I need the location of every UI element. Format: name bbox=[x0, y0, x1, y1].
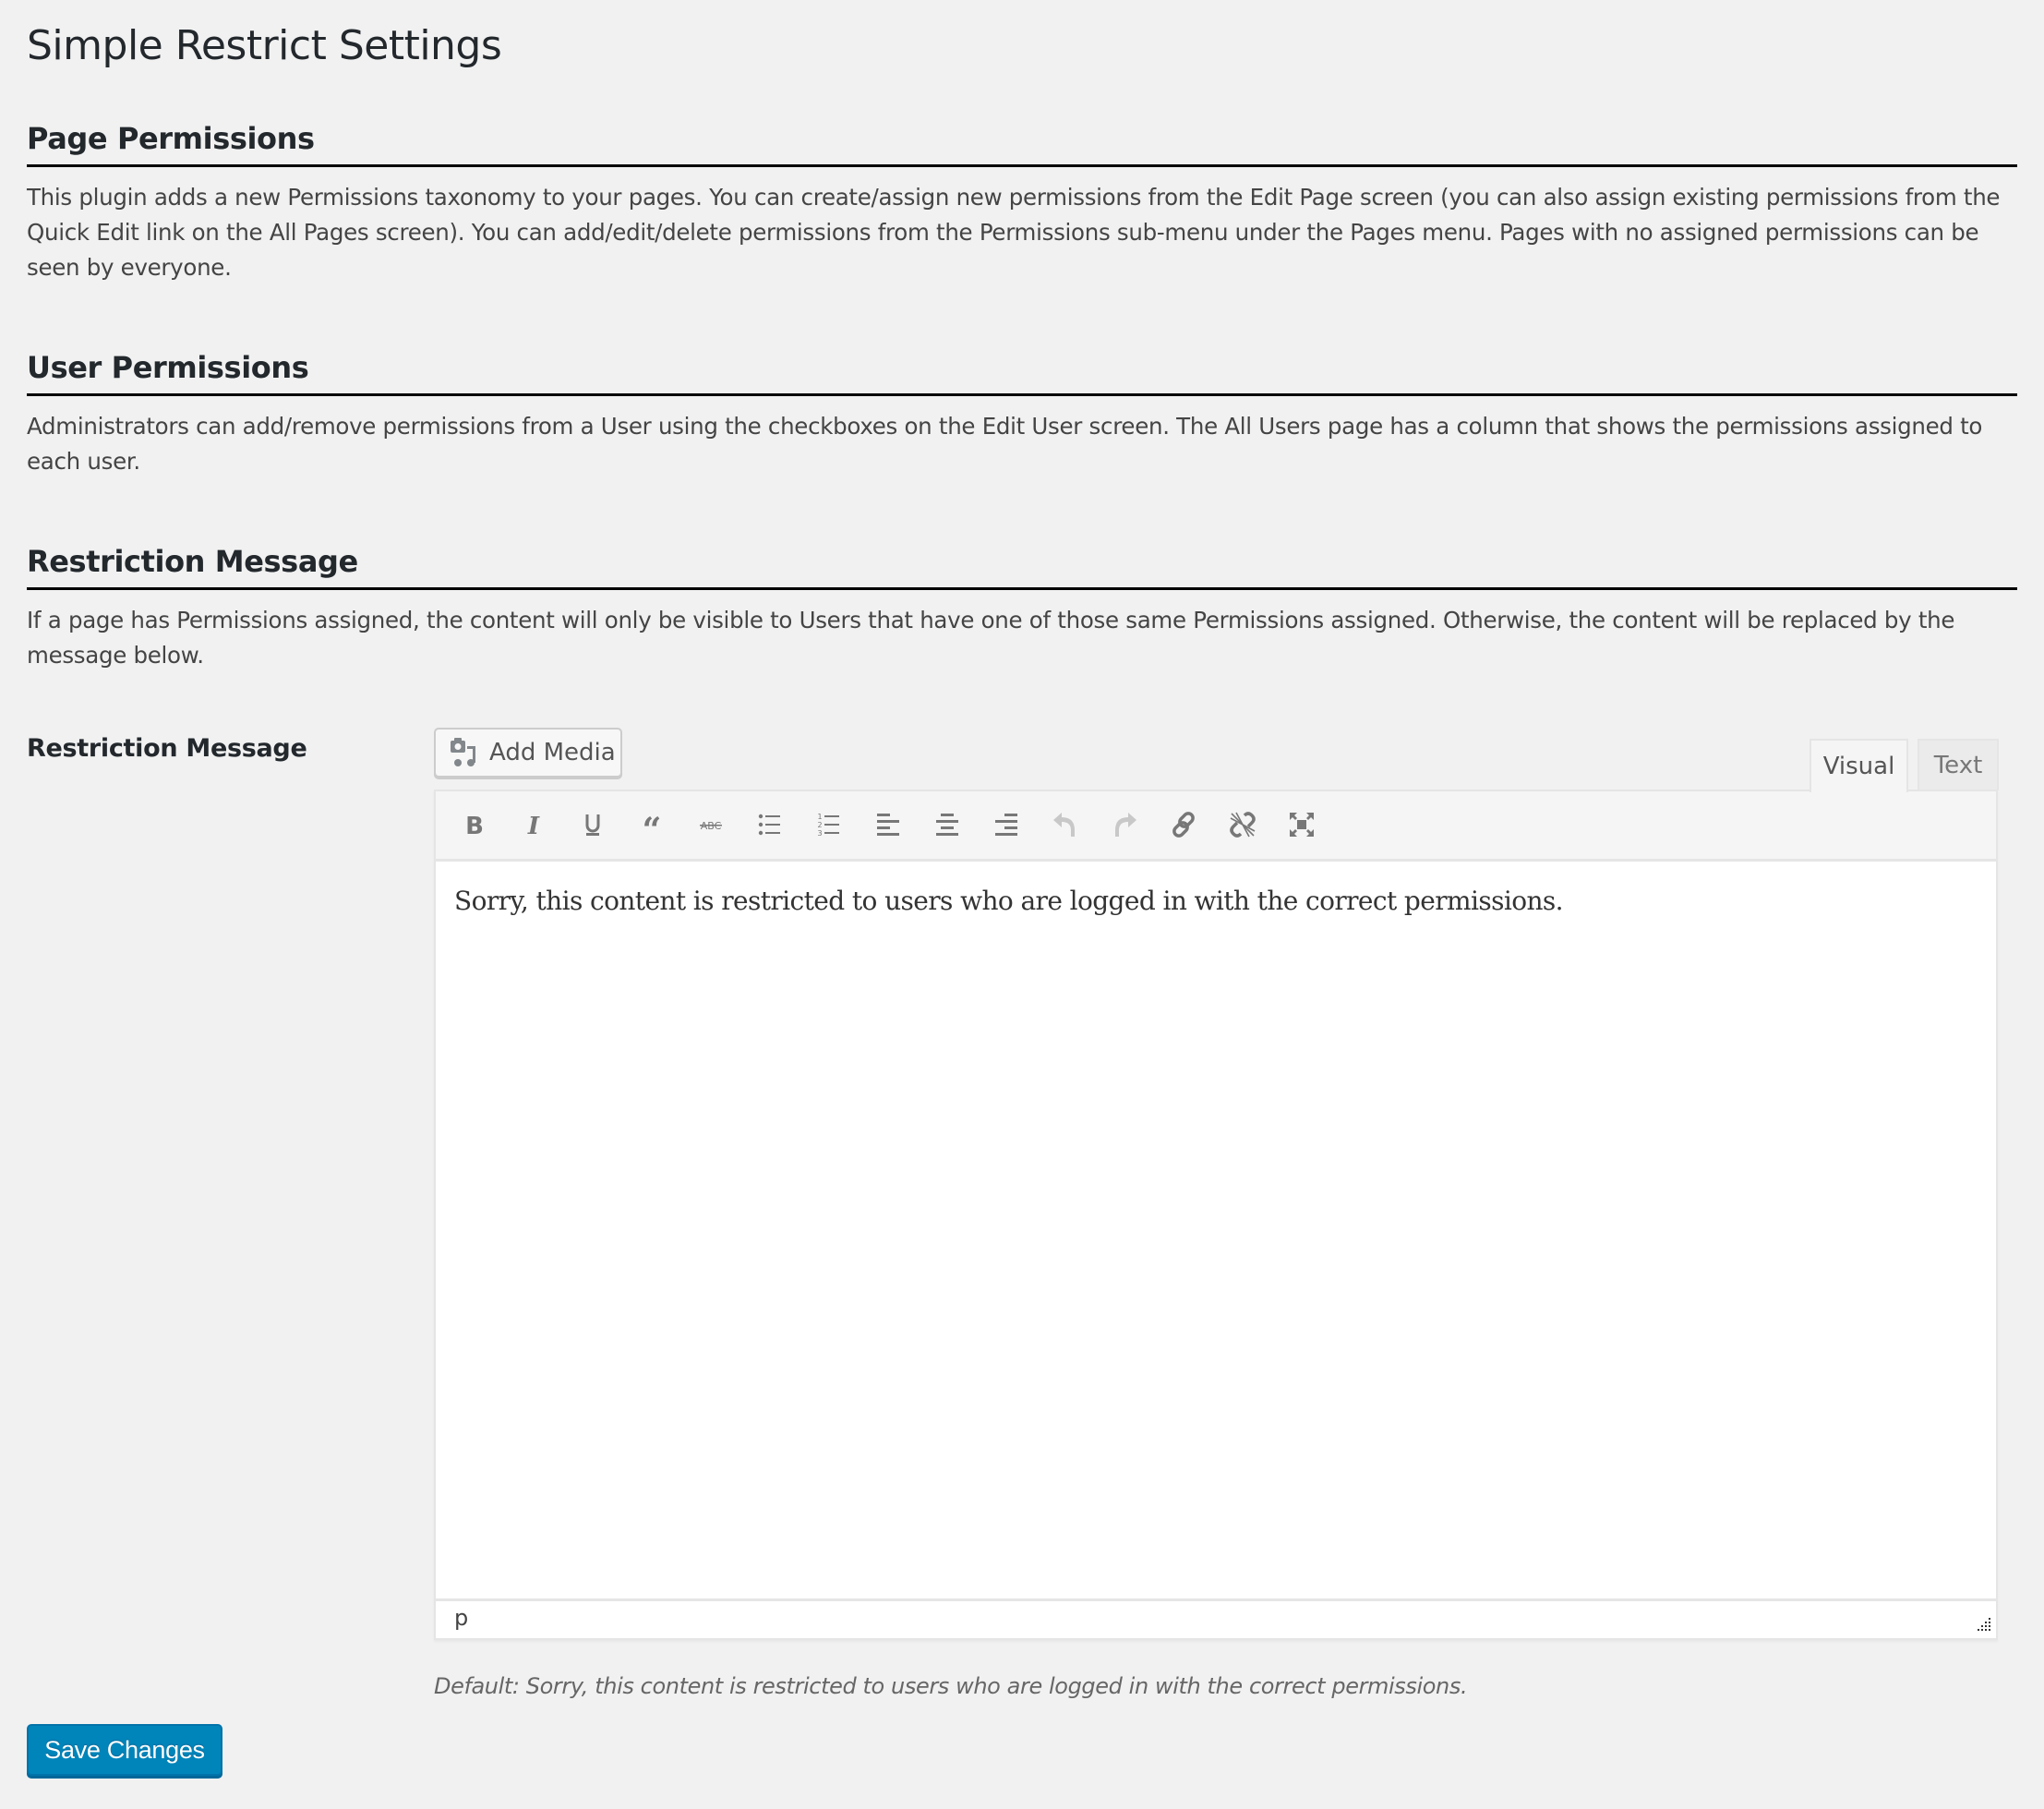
section-heading: Page Permissions bbox=[27, 120, 2017, 167]
underline-button[interactable] bbox=[574, 806, 611, 843]
section-description: If a page has Permissions assigned, the … bbox=[27, 607, 1955, 669]
section-user-permissions: User Permissions Administrators can add/… bbox=[27, 349, 2017, 479]
align-left-button[interactable] bbox=[870, 806, 907, 843]
page-title: Simple Restrict Settings bbox=[27, 22, 502, 69]
restriction-message-label: Restriction Message bbox=[27, 734, 307, 763]
link-icon bbox=[1172, 812, 1195, 838]
fullscreen-button[interactable] bbox=[1283, 806, 1320, 843]
numbered-list-icon: 123 bbox=[817, 813, 839, 838]
svg-text:2: 2 bbox=[817, 821, 822, 829]
insert-link-button[interactable] bbox=[1165, 806, 1202, 843]
strikethrough-icon: ABC bbox=[700, 820, 722, 832]
blockquote-button[interactable]: “ bbox=[633, 806, 670, 843]
fullscreen-icon bbox=[1290, 813, 1314, 837]
italic-button[interactable]: I bbox=[515, 806, 552, 843]
editor-statusbar: p bbox=[436, 1598, 1996, 1638]
save-changes-button[interactable]: Save Changes bbox=[27, 1724, 222, 1776]
resize-handle-icon[interactable] bbox=[1974, 1616, 1992, 1634]
unlink-icon bbox=[1230, 812, 1256, 838]
svg-text:“: “ bbox=[643, 811, 662, 839]
section-heading: User Permissions bbox=[27, 349, 2017, 396]
strikethrough-button[interactable]: ABC bbox=[692, 806, 729, 843]
svg-text:1: 1 bbox=[817, 813, 822, 821]
bold-icon: B bbox=[465, 813, 484, 839]
section-heading: Restriction Message bbox=[27, 543, 2017, 590]
tab-visual[interactable]: Visual bbox=[1810, 739, 1908, 792]
section-description: This plugin adds a new Permissions taxon… bbox=[27, 184, 2001, 281]
add-media-label: Add Media bbox=[489, 739, 616, 766]
bold-button[interactable]: B bbox=[456, 806, 493, 843]
svg-text:3: 3 bbox=[817, 829, 822, 838]
underline-icon bbox=[585, 814, 600, 836]
editor-content-area[interactable]: Sorry, this content is restricted to use… bbox=[436, 862, 1996, 1598]
align-center-button[interactable] bbox=[929, 806, 966, 843]
bulleted-list-button[interactable] bbox=[751, 806, 788, 843]
align-center-icon bbox=[936, 814, 958, 836]
editor-toolbar: B I “ ABC 123 bbox=[436, 791, 1996, 862]
editor-content-text[interactable]: Sorry, this content is restricted to use… bbox=[454, 862, 1996, 916]
undo-icon bbox=[1053, 813, 1075, 837]
default-hint: Default: Sorry, this content is restrict… bbox=[434, 1673, 1468, 1699]
align-left-icon bbox=[877, 814, 899, 836]
numbered-list-button[interactable]: 123 bbox=[811, 806, 848, 843]
align-right-button[interactable] bbox=[988, 806, 1025, 843]
tab-text[interactable]: Text bbox=[1918, 739, 1999, 790]
section-page-permissions: Page Permissions This plugin adds a new … bbox=[27, 120, 2017, 285]
svg-text:B: B bbox=[465, 813, 484, 839]
align-right-icon bbox=[995, 814, 1017, 836]
redo-button[interactable] bbox=[1106, 806, 1143, 843]
section-description: Administrators can add/remove permission… bbox=[27, 413, 1983, 475]
rich-text-editor: B I “ ABC 123 Sorry, this content is res… bbox=[434, 790, 1998, 1640]
blockquote-icon: “ bbox=[643, 811, 662, 839]
element-path[interactable]: p bbox=[454, 1605, 468, 1631]
bulleted-list-icon bbox=[758, 814, 780, 836]
svg-text:I: I bbox=[527, 813, 540, 839]
add-media-button[interactable]: Add Media bbox=[434, 728, 622, 778]
section-restriction-message: Restriction Message If a page has Permis… bbox=[27, 543, 2017, 673]
media-icon bbox=[449, 737, 480, 768]
remove-link-button[interactable] bbox=[1224, 806, 1261, 843]
redo-icon bbox=[1115, 813, 1136, 837]
italic-icon: I bbox=[527, 813, 540, 839]
undo-button[interactable] bbox=[1047, 806, 1084, 843]
